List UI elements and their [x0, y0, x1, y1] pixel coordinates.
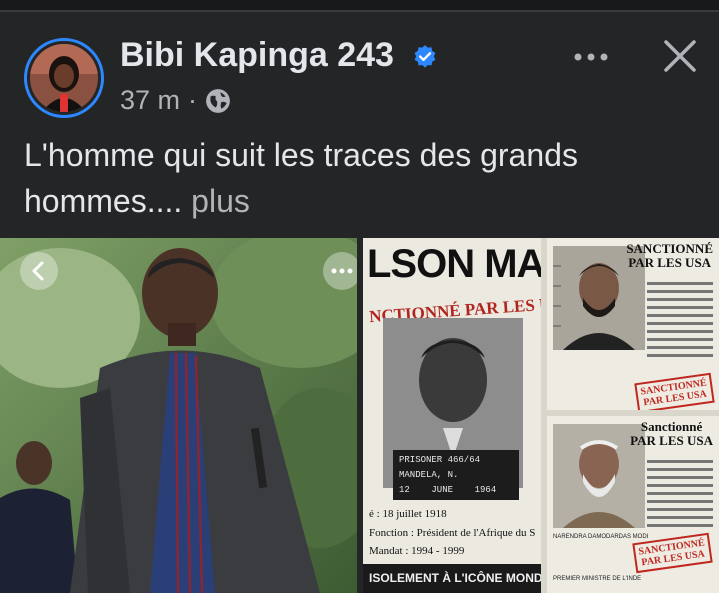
caption-text: L'homme qui suit les traces des grands h…	[24, 137, 578, 219]
mandela-title: LSON MAND	[367, 242, 541, 286]
post-time[interactable]: 37 m	[120, 85, 180, 116]
post-caption: L'homme qui suit les traces des grands h…	[24, 132, 704, 224]
post-media[interactable]: LSON MAND NCTIONNÉ PAR LES USA PRISONER …	[0, 238, 719, 593]
card-bottom-lines	[647, 460, 713, 532]
card-top-title: SANCTIONNÉ PAR LES USA	[626, 241, 713, 270]
mandela-mandate: Mandat : 1994 - 1999	[369, 545, 465, 557]
mandela-born: é : 18 juillet 1918	[369, 508, 447, 520]
card-top-stamp: SANCTIONNÉ PAR LES USA	[634, 372, 715, 410]
top-strip	[0, 0, 719, 10]
post-meta: 37 m ·	[120, 85, 231, 116]
sanction-card-top: SANCTIONNÉ PAR LES USA SANCTIONNÉ PAR LE…	[547, 238, 719, 410]
card-bottom-title: Sanctionné PAR LES USA	[630, 419, 713, 448]
card-bottom-name: NARENDRA DAMODARDAS MODI	[553, 534, 649, 540]
mandela-poster: LSON MAND NCTIONNÉ PAR LES USA PRISONER …	[363, 238, 541, 593]
meta-separator: ·	[188, 85, 198, 115]
chevron-left-icon	[32, 261, 44, 281]
globe-icon	[206, 88, 230, 113]
close-icon[interactable]	[660, 36, 700, 76]
more-dots-icon	[331, 268, 353, 274]
sanction-card-bottom: Sanctionné PAR LES USA NARENDRA DAMODARD…	[547, 416, 719, 593]
avatar[interactable]	[24, 38, 104, 118]
post-header: Bibi Kapinga 243 37 m ·	[0, 12, 719, 122]
mandela-footer: ISOLEMENT À L'ICÔNE MONDIAL	[363, 564, 541, 593]
more-options-icon[interactable]	[569, 42, 613, 72]
photo-collage[interactable]: LSON MAND NCTIONNÉ PAR LES USA PRISONER …	[363, 238, 719, 593]
mandela-prisoner-board: PRISONER 466/64 MANDELA, N. 12 JUNE 1964	[393, 450, 519, 500]
media-more-button[interactable]	[323, 252, 357, 290]
card-bottom-role: PREMIER MINISTRE DE L'INDE	[553, 576, 642, 582]
author-name[interactable]: Bibi Kapinga 243	[120, 36, 394, 75]
mandela-function: Fonction : Président de l'Afrique du S	[369, 527, 536, 539]
avatar-image	[30, 44, 98, 112]
photo-kabila[interactable]	[0, 238, 357, 593]
previous-button[interactable]	[20, 252, 58, 290]
verified-badge-icon	[414, 45, 436, 68]
see-more-link[interactable]: plus	[191, 183, 250, 219]
card-top-lines	[647, 282, 713, 362]
